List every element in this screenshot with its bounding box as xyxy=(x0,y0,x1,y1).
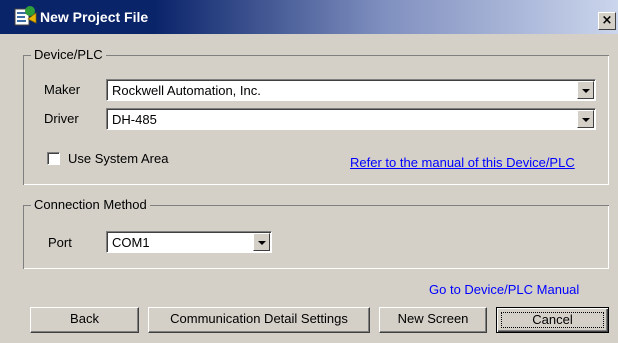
window-title: New Project File xyxy=(40,9,149,25)
device-manual-link[interactable]: Refer to the manual of this Device/PLC xyxy=(350,155,575,170)
maker-select-value: Rockwell Automation, Inc. xyxy=(112,83,261,98)
title-bar[interactable]: New Project File × xyxy=(0,0,618,34)
driver-select-value: DH-485 xyxy=(112,112,157,127)
project-file-icon xyxy=(14,6,37,26)
maker-select[interactable]: Rockwell Automation, Inc. xyxy=(106,79,596,101)
port-label: Port xyxy=(48,235,72,250)
port-dropdown-arrow-icon[interactable] xyxy=(253,233,270,251)
driver-select[interactable]: DH-485 xyxy=(106,108,596,130)
driver-dropdown-arrow-icon[interactable] xyxy=(577,110,594,128)
communication-detail-settings-button[interactable]: Communication Detail Settings xyxy=(148,307,370,333)
maker-label: Maker xyxy=(44,82,81,97)
maker-dropdown-arrow-icon[interactable] xyxy=(577,81,594,99)
cancel-button-label: Cancel xyxy=(501,312,604,328)
go-to-manual-link[interactable]: Go to Device/PLC Manual xyxy=(429,282,579,297)
close-icon: × xyxy=(601,13,613,28)
port-select-value: COM1 xyxy=(112,235,150,250)
driver-label: Driver xyxy=(44,111,79,126)
use-system-area-checkbox[interactable] xyxy=(47,152,60,165)
device-plc-group-label: Device/PLC xyxy=(31,47,106,62)
cancel-button[interactable]: Cancel xyxy=(496,307,609,333)
back-button[interactable]: Back xyxy=(30,307,139,333)
close-button[interactable]: × xyxy=(598,12,616,30)
port-select[interactable]: COM1 xyxy=(106,231,272,253)
new-project-file-dialog: New Project File × Device/PLC Maker Rock… xyxy=(0,0,618,343)
connection-method-group-label: Connection Method xyxy=(31,197,150,212)
new-screen-button[interactable]: New Screen xyxy=(379,307,487,333)
use-system-area-label[interactable]: Use System Area xyxy=(68,151,168,166)
